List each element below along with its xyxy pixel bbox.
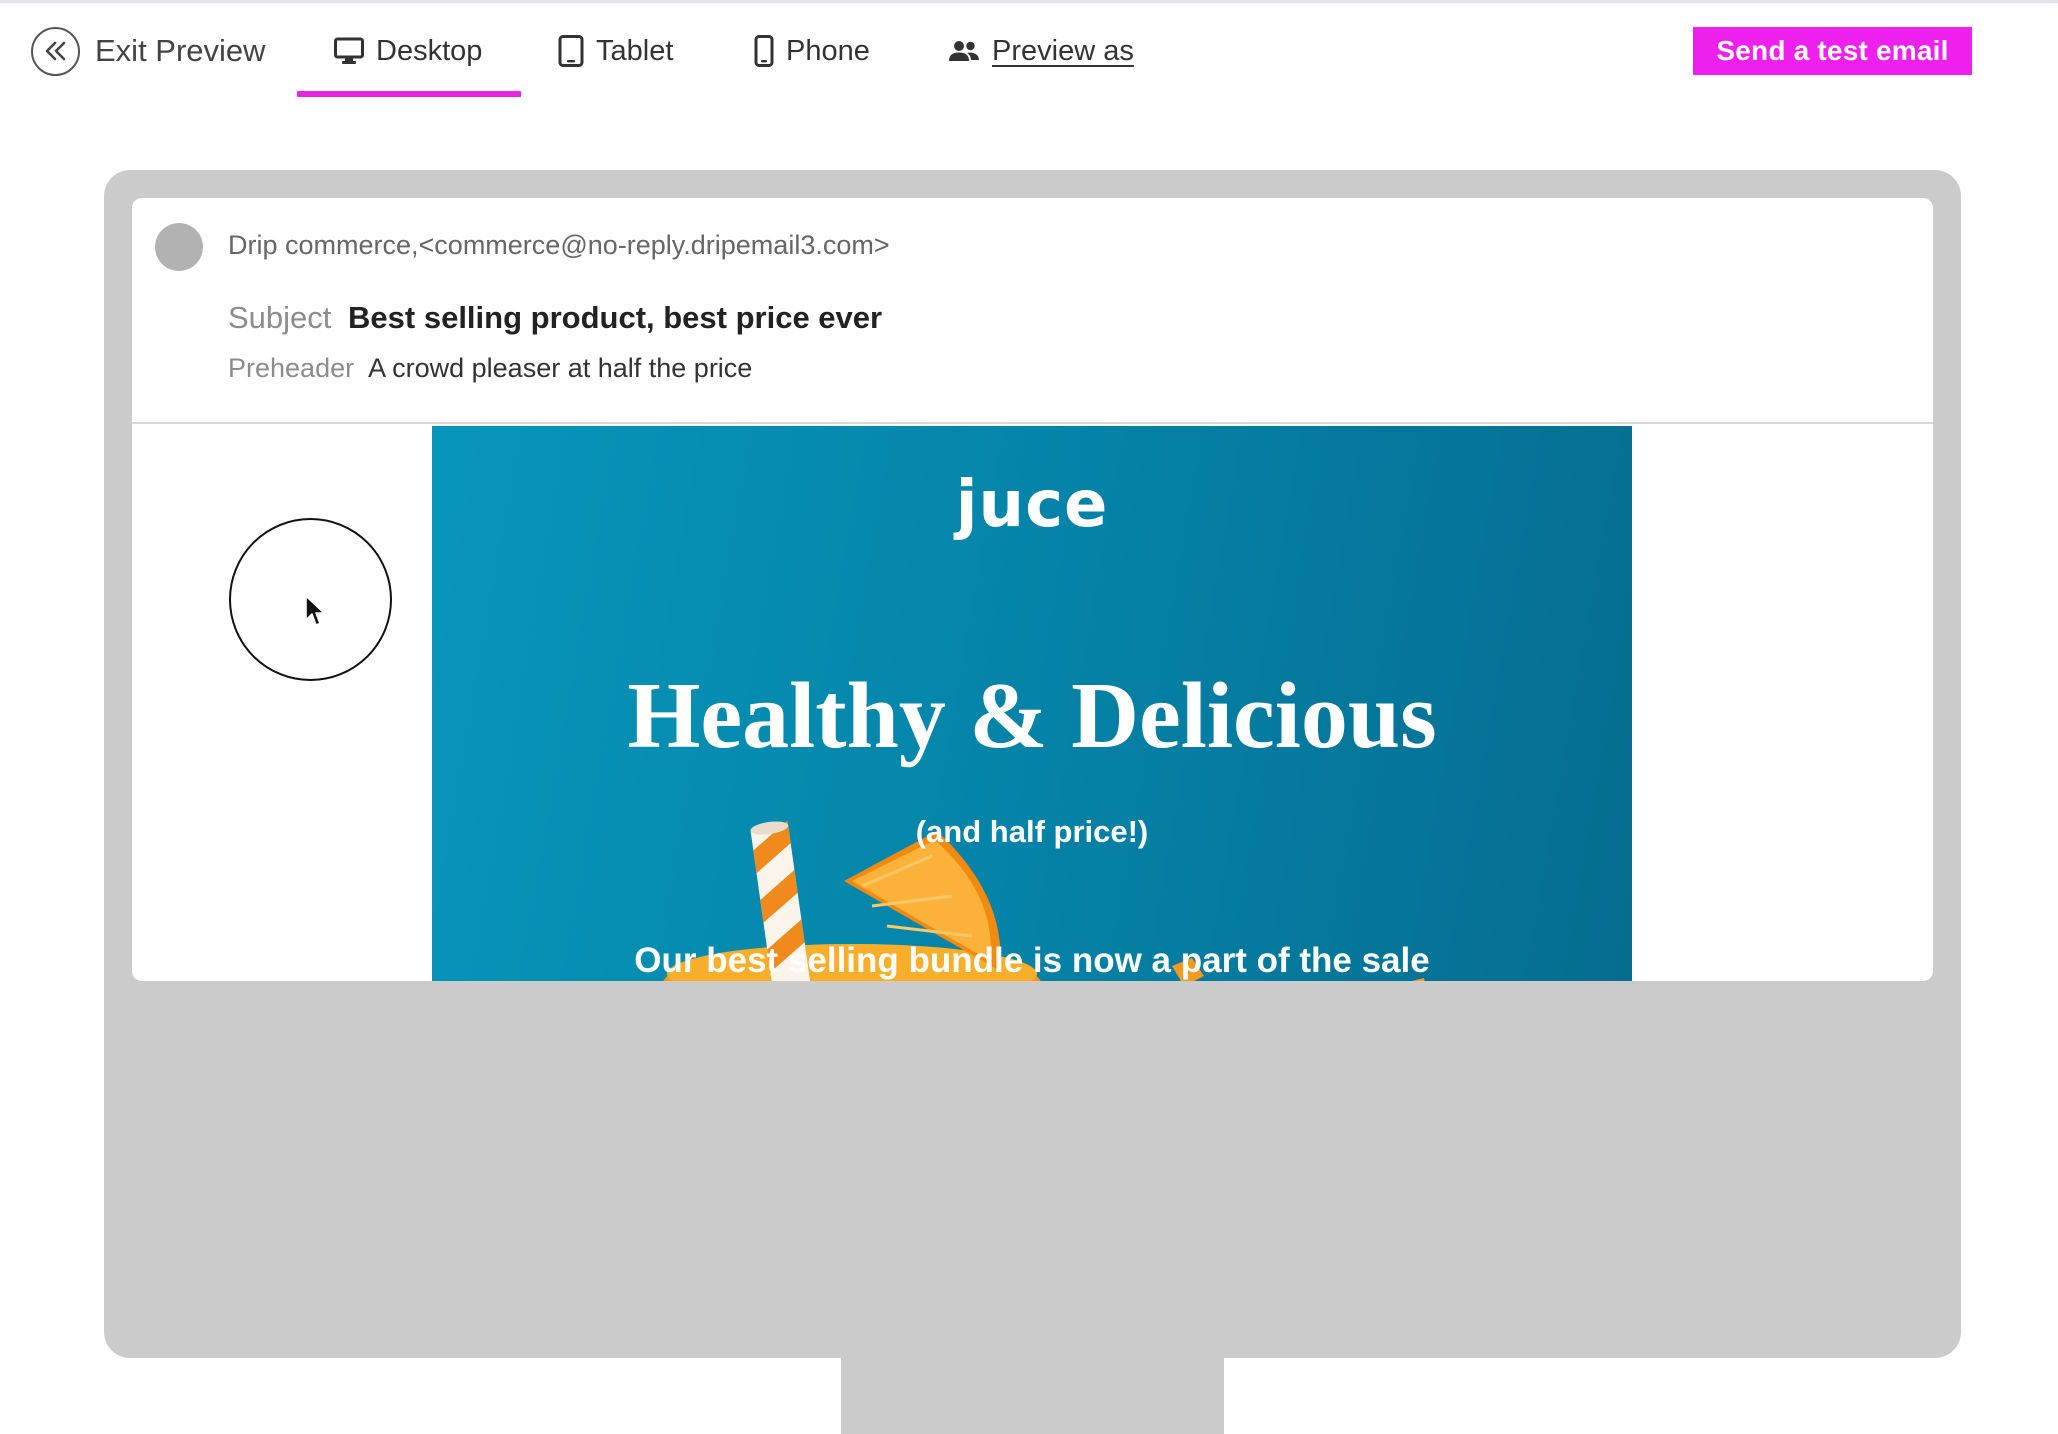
people-icon [949,41,979,61]
cursor-highlight [229,518,392,681]
preheader-row: Preheader A crowd pleaser at half the pr… [228,353,752,384]
tab-preview-as[interactable]: Preview as [948,24,1134,78]
tab-phone[interactable]: Phone [754,24,870,78]
email-hero-banner: juce Healthy & Delicious (and half price… [432,426,1632,981]
subject-label: Subject [228,300,332,335]
mouse-pointer-icon [305,595,325,626]
desktop-icon [334,37,364,64]
monitor-stand [841,1358,1224,1434]
preheader-text: A crowd pleaser at half the price [368,353,753,383]
phone-icon [754,35,774,67]
avatar [155,223,203,271]
tab-preview-as-label: Preview as [992,34,1134,67]
exit-preview-button[interactable]: Exit Preview [31,26,266,76]
subject-row: Subject Best selling product, best price… [228,300,882,336]
subject-text: Best selling product, best price ever [348,300,883,335]
desktop-monitor-frame: Drip commerce,<commerce@no-reply.dripema… [104,170,1961,1358]
sender-address: Drip commerce,<commerce@no-reply.dripema… [228,230,890,260]
exit-preview-label: Exit Preview [95,33,266,68]
preview-toolbar: Exit Preview Desktop Tablet Phone Previe… [0,0,2058,100]
hero-subheadline: (and half price!) [915,814,1149,849]
hero-tagline: Our best selling bundle is now a part of… [634,941,1430,980]
tab-desktop[interactable]: Desktop [334,24,482,78]
tab-phone-label: Phone [786,34,870,67]
preheader-label: Preheader [228,353,355,383]
tab-tablet-label: Tablet [596,34,674,67]
active-tab-indicator [297,91,521,97]
hero-headline: Healthy & Delicious [627,664,1437,768]
email-header: Drip commerce,<commerce@no-reply.dripema… [132,198,1933,424]
tab-desktop-label: Desktop [376,34,483,67]
brand-logo: juce [955,468,1109,542]
send-test-email-button[interactable]: Send a test email [1693,27,1972,75]
tablet-icon [558,35,584,67]
tab-tablet[interactable]: Tablet [558,24,673,78]
double-chevron-left-icon [31,26,80,76]
email-preview-screen: Drip commerce,<commerce@no-reply.dripema… [132,198,1933,981]
